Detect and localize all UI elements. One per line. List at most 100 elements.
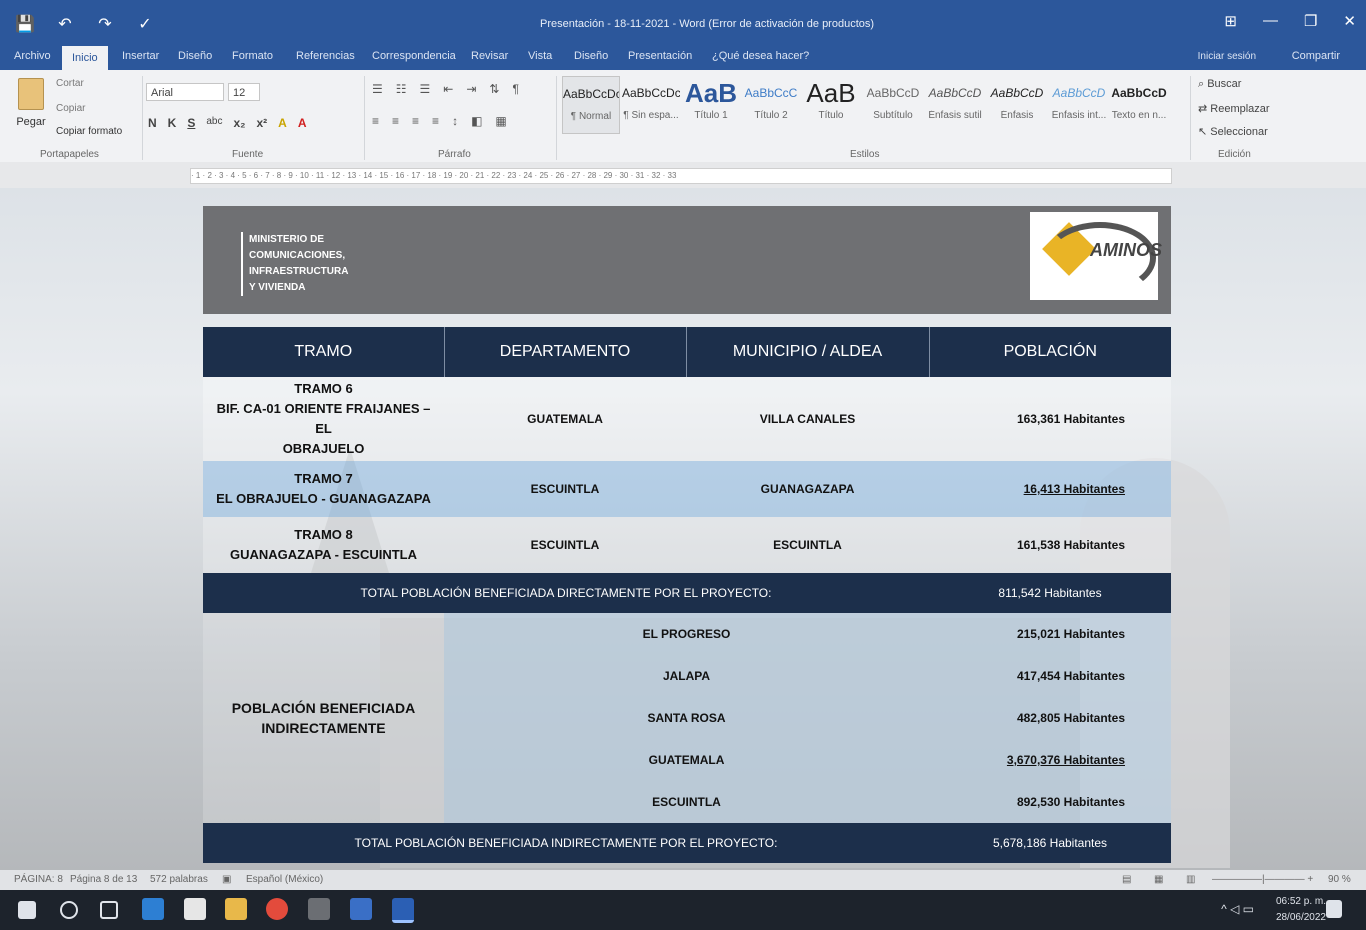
style-enfasis[interactable]: AaBbCcD Énfasis: [988, 76, 1046, 134]
decrease-indent-icon[interactable]: ⇤: [443, 82, 453, 96]
page-indicator[interactable]: PÁGINA: 8: [14, 874, 63, 885]
table-row: POBLACIÓN BENEFICIADA INDIRECTAMENTE EL …: [203, 613, 1171, 823]
windows-start-icon[interactable]: [18, 901, 36, 919]
tab-insertar[interactable]: Insertar: [122, 50, 159, 62]
copy-button[interactable]: Copiar: [56, 103, 85, 114]
ruler-area: · 1 · 2 · 3 · 4 · 5 · 6 · 7 · 8 · 9 · 10…: [0, 162, 1366, 188]
tramo-cell: TRAMO 6 BIF. CA-01 ORIENTE FRAIJANES – E…: [203, 377, 444, 461]
tab-diseno[interactable]: Diseño: [178, 50, 212, 62]
clock[interactable]: 06:52 p. m. 28/06/2022: [1276, 894, 1326, 926]
find-button[interactable]: ⌕ Buscar: [1198, 78, 1241, 91]
tab-vista[interactable]: Vista: [528, 50, 552, 62]
tell-me-search[interactable]: ¿Qué desea hacer?: [712, 50, 809, 62]
zoom-slider[interactable]: —————|———— +: [1212, 874, 1313, 885]
ribbon-display-icon[interactable]: ⊞: [1224, 12, 1237, 30]
style-enfasis-sutil[interactable]: AaBbCcD Énfasis sutil: [926, 76, 984, 134]
share-button[interactable]: Compartir: [1292, 50, 1340, 62]
separator: [1190, 76, 1191, 160]
tramo-cell: TRAMO 8 GUANAGAZAPA - ESCUINTLA: [203, 517, 444, 573]
style-subtitulo[interactable]: AaBbCcD Subtítulo: [864, 76, 922, 134]
line-spacing-icon[interactable]: ↕: [452, 114, 458, 128]
undo-icon[interactable]: ↶: [54, 14, 76, 34]
bold-button[interactable]: N: [148, 116, 157, 130]
underline-button[interactable]: S: [187, 116, 195, 130]
tab-formato[interactable]: Formato: [232, 50, 273, 62]
redo-icon[interactable]: ↷: [94, 14, 116, 34]
style-titulo-2[interactable]: AaBbCcC Título 2: [742, 76, 800, 134]
highlight-color-button[interactable]: A: [278, 116, 287, 130]
total-indirect-value: 5,678,186 Habitantes: [929, 823, 1171, 863]
paragraph-row-2: ≡ ≡ ≡ ≡ ↕ ◧ ▦: [372, 114, 507, 128]
style-titulo-1[interactable]: AaB Título 1: [682, 76, 740, 134]
notifications-icon[interactable]: [1326, 900, 1342, 918]
style-titulo[interactable]: AaB Título: [802, 76, 860, 134]
spelling-icon[interactable]: ✓: [134, 14, 156, 34]
group-label-paragraph: Párrafo: [438, 149, 471, 160]
outlook-icon[interactable]: [350, 898, 372, 920]
tab-correspondencia[interactable]: Correspondencia: [372, 50, 456, 62]
strikethrough-button[interactable]: abc: [206, 116, 222, 130]
edge-browser-icon[interactable]: [142, 898, 164, 920]
superscript-button[interactable]: x²: [257, 116, 268, 130]
tab-referencias[interactable]: Referencias: [296, 50, 355, 62]
word-count[interactable]: 572 palabras: [150, 874, 208, 885]
tab-diseno-tabla[interactable]: Diseño: [574, 50, 608, 62]
header-tramo: TRAMO: [203, 327, 445, 377]
font-color-button[interactable]: A: [298, 116, 307, 130]
style-enfasis-intenso[interactable]: AaBbCcD Énfasis int...: [1050, 76, 1108, 134]
proofing-icon[interactable]: ▣: [222, 874, 231, 885]
subscript-button[interactable]: x₂: [233, 116, 245, 130]
borders-icon[interactable]: ▦: [495, 114, 506, 128]
restore-button[interactable]: ❐: [1304, 12, 1317, 30]
web-layout-icon[interactable]: ▥: [1186, 874, 1195, 885]
signin-link[interactable]: Iniciar sesión: [1198, 51, 1256, 62]
show-marks-icon[interactable]: ¶: [512, 82, 518, 96]
word-icon[interactable]: [392, 898, 414, 923]
save-icon[interactable]: 💾: [14, 14, 36, 34]
zoom-level[interactable]: 90 %: [1328, 874, 1351, 885]
align-left-icon[interactable]: ≡: [372, 114, 379, 128]
total-direct-label: TOTAL POBLACIÓN BENEFICIADA DIRECTAMENTE…: [203, 573, 929, 613]
header-municipio: MUNICIPIO / ALDEA: [686, 327, 930, 377]
tab-archivo[interactable]: Archivo: [14, 50, 51, 62]
justify-icon[interactable]: ≡: [432, 114, 439, 128]
read-mode-icon[interactable]: ▤: [1122, 874, 1131, 885]
task-view-icon[interactable]: [100, 901, 118, 919]
sort-icon[interactable]: ⇅: [489, 82, 499, 96]
language-indicator[interactable]: Español (México): [246, 874, 323, 885]
font-size-select[interactable]: 12: [228, 83, 260, 101]
paste-button[interactable]: Pegar: [14, 78, 48, 128]
chrome-icon[interactable]: [266, 898, 288, 920]
replace-button[interactable]: ⇄ Reemplazar: [1198, 102, 1270, 115]
horizontal-ruler[interactable]: · 1 · 2 · 3 · 4 · 5 · 6 · 7 · 8 · 9 · 10…: [190, 168, 1172, 184]
minimize-button[interactable]: —: [1263, 12, 1278, 30]
tab-presentacion[interactable]: Presentación: [628, 50, 692, 62]
increase-indent-icon[interactable]: ⇥: [466, 82, 476, 96]
calculator-icon[interactable]: [308, 898, 330, 920]
store-icon[interactable]: [184, 898, 206, 920]
file-explorer-icon[interactable]: [225, 898, 247, 920]
tab-revisar[interactable]: Revisar: [471, 50, 508, 62]
shading-icon[interactable]: ◧: [471, 114, 482, 128]
cut-button[interactable]: Cortar: [56, 78, 84, 89]
style-texto-negrita[interactable]: AaBbCcD Texto en n...: [1110, 76, 1168, 134]
numbering-icon[interactable]: ☷: [396, 82, 407, 96]
bullets-icon[interactable]: ☰: [372, 82, 383, 96]
style-sin-espaciado[interactable]: AaBbCcDc ¶ Sin espa...: [622, 76, 680, 134]
system-tray-icons[interactable]: ^ ◁ ▭: [1221, 902, 1254, 916]
print-layout-icon[interactable]: ▦: [1154, 874, 1163, 885]
format-painter-button[interactable]: Copiar formato: [56, 126, 122, 137]
style-normal[interactable]: AaBbCcDc ¶ Normal: [562, 76, 620, 134]
tab-inicio[interactable]: Inicio: [62, 46, 108, 70]
select-button[interactable]: ↖ Seleccionar: [1198, 125, 1268, 138]
align-right-icon[interactable]: ≡: [412, 114, 419, 128]
cortana-search-icon[interactable]: [60, 901, 78, 919]
close-button[interactable]: ✕: [1343, 12, 1356, 30]
multilevel-list-icon[interactable]: ☰: [420, 82, 431, 96]
indirect-poblacion-cell: 892,530 Habitantes: [929, 781, 1171, 823]
align-center-icon[interactable]: ≡: [392, 114, 399, 128]
italic-button[interactable]: K: [168, 116, 177, 130]
page-count[interactable]: Página 8 de 13: [70, 874, 137, 885]
header-departamento: DEPARTAMENTO: [444, 327, 687, 377]
font-name-select[interactable]: Arial: [146, 83, 224, 101]
